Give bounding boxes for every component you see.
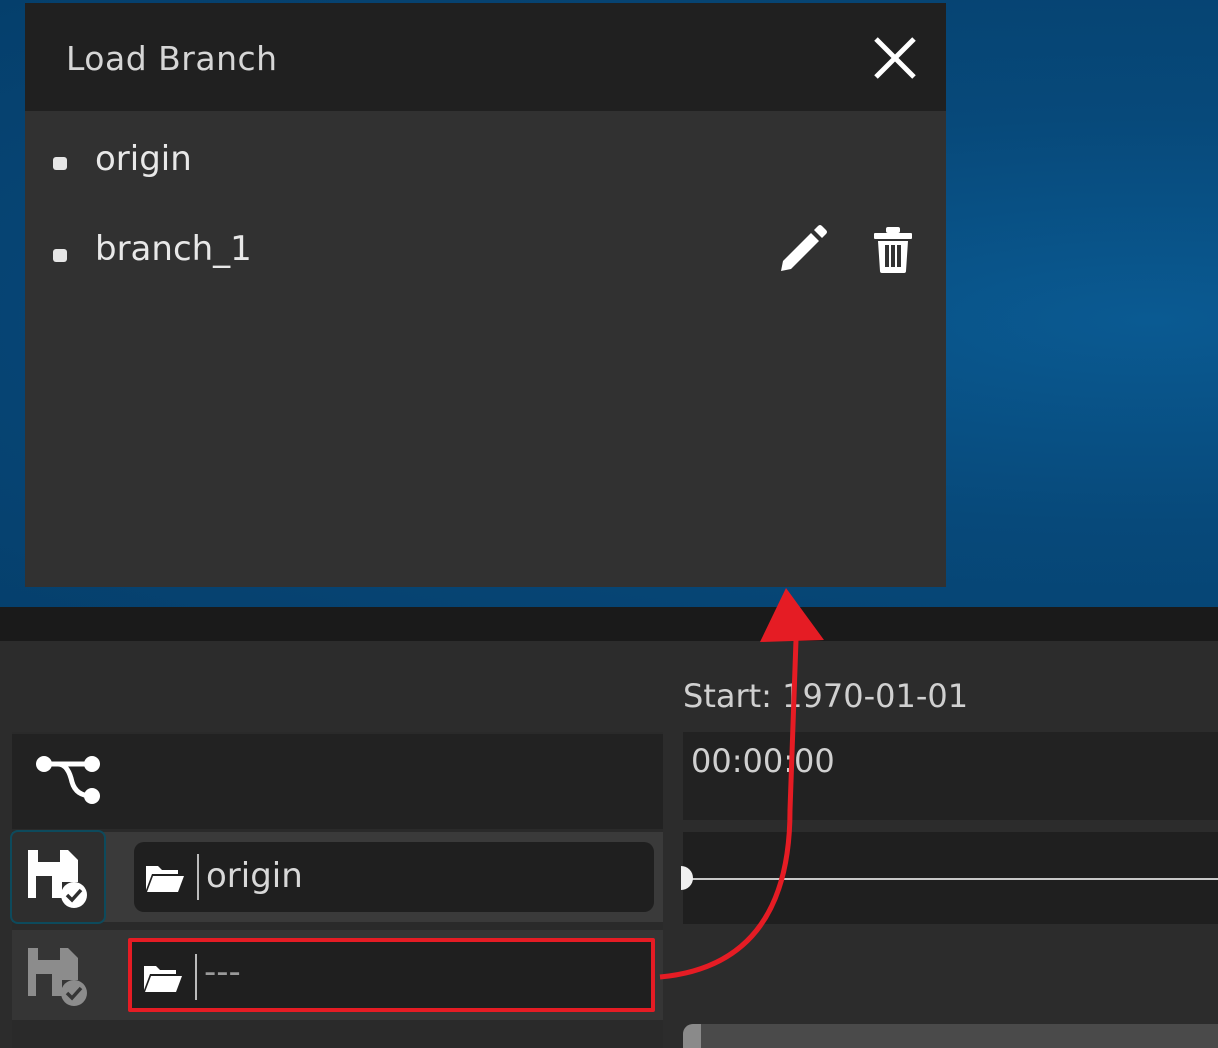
folder-open-icon [144,966,182,992]
branch-select-field[interactable]: origin [134,842,654,912]
text-caret [195,954,197,1000]
branch-row-empty: --- [12,930,663,1020]
branch-label: branch_1 [95,229,252,269]
branch-item-branch-1[interactable]: branch_1 [25,223,946,283]
branch-field-value: origin [206,856,303,896]
bullet [53,157,67,170]
load-branch-dialog: Load Branch origin branch_1 [25,3,946,587]
scrollbar-thumb[interactable] [683,1024,701,1048]
delete-branch-button[interactable] [870,223,916,275]
timeline-handle[interactable] [681,866,693,890]
horizontal-scrollbar[interactable] [683,1024,1218,1048]
branch-field-value: --- [204,952,241,992]
time-label: 00:00:00 [691,742,835,780]
save-check-icon [28,850,87,908]
bottom-panel: Start: 1970-01-01 origin --- 00:00:00 [0,607,1218,1048]
branch-item-origin[interactable]: origin [25,131,946,191]
edit-branch-button[interactable] [777,223,829,275]
timeline-line [689,878,1218,880]
branch-icon [36,756,100,804]
folder-open-icon [146,866,184,892]
close-button[interactable] [870,33,920,83]
branch-label: origin [95,139,192,179]
pencil-icon [781,225,827,271]
text-caret [197,854,199,900]
close-icon [874,37,916,79]
branch-row-origin: origin [10,830,663,924]
save-button[interactable] [10,830,106,924]
branch-header-row [12,734,663,829]
dialog-header: Load Branch [25,3,946,111]
save-check-icon [28,948,87,1006]
bullet [53,249,67,262]
branch-select-field-highlighted[interactable]: --- [128,938,655,1012]
start-date-label: Start: 1970-01-01 [683,677,969,715]
timeline-header: 00:00:00 [683,732,1218,820]
trash-icon [874,227,912,273]
save-button[interactable] [12,930,104,1020]
panel-topbar [0,607,1218,641]
timeline-track[interactable] [681,832,1218,924]
dialog-title: Load Branch [66,39,278,78]
